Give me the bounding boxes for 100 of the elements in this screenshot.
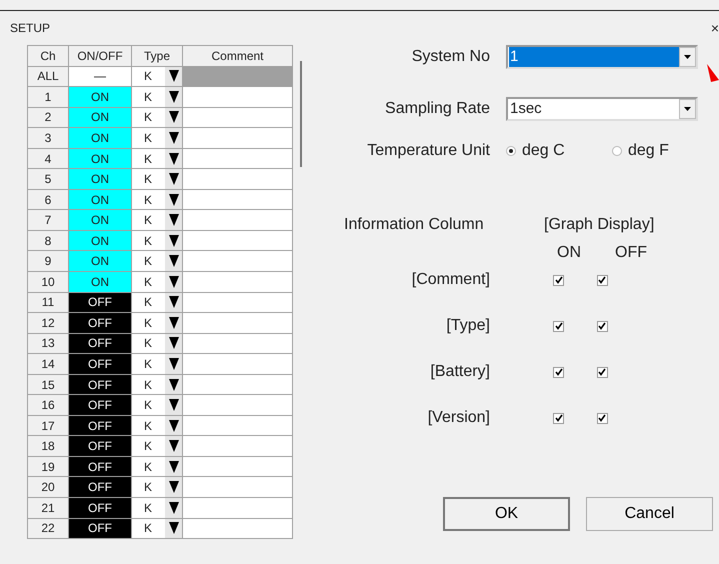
column-header: Ch [27, 45, 69, 67]
sampling-rate-dropdown[interactable]: 1sec [506, 97, 698, 121]
checkbox[interactable] [596, 320, 608, 332]
comment-field[interactable] [182, 332, 293, 354]
comment-field[interactable] [182, 374, 293, 396]
comment-field[interactable] [182, 394, 293, 416]
dropdown-arrow-icon [168, 152, 178, 164]
on-off-toggle[interactable]: ON [68, 127, 132, 149]
on-off-toggle[interactable]: OFF [68, 476, 132, 498]
comment-field[interactable] [182, 86, 293, 108]
field-label: System No [410, 47, 491, 67]
pointer-icon [707, 64, 719, 82]
dropdown-arrow-icon [168, 481, 178, 494]
column-heading: ON [556, 243, 582, 263]
dropdown-arrow-icon [168, 90, 178, 103]
type-dropdown[interactable]: K [131, 476, 183, 498]
row-label: [Battery] [429, 362, 491, 382]
on-off-toggle[interactable]: OFF [68, 497, 132, 519]
type-dropdown[interactable]: K [131, 86, 183, 108]
on-off-toggle[interactable]: OFF [68, 312, 132, 334]
dropdown-arrow-icon [168, 420, 178, 432]
field-label: Temperature Unit [366, 141, 491, 161]
on-off-toggle[interactable]: OFF [68, 435, 132, 457]
row-label: [Version] [426, 408, 491, 428]
type-dropdown[interactable]: K [131, 435, 183, 457]
radio-option[interactable]: deg F [612, 139, 718, 163]
comment-field[interactable] [182, 435, 293, 457]
comment-field[interactable] [182, 292, 293, 314]
type-dropdown[interactable]: K [131, 394, 183, 416]
dropdown-arrow-icon [168, 194, 178, 206]
field-label: Sampling Rate [384, 99, 491, 119]
dropdown-arrow-icon [168, 296, 178, 308]
on-off-toggle[interactable]: OFF [68, 518, 132, 540]
dropdown-arrow-icon [168, 70, 178, 82]
comment-field[interactable] [182, 127, 293, 149]
dropdown-arrow-icon [168, 358, 178, 370]
type-dropdown[interactable]: K [131, 168, 183, 190]
checkbox[interactable] [553, 366, 564, 378]
checkbox[interactable] [596, 412, 608, 424]
dropdown-arrow-icon [168, 337, 178, 350]
dropdown-arrow-icon [168, 255, 178, 268]
dropdown-arrow-icon [168, 399, 178, 412]
comment-field[interactable] [182, 168, 293, 190]
comment-field[interactable] [182, 106, 293, 128]
comment-field[interactable] [182, 414, 293, 436]
dropdown-arrow-icon [684, 55, 691, 59]
type-dropdown[interactable]: K [131, 209, 183, 231]
type-dropdown[interactable]: K [131, 518, 183, 540]
comment-field[interactable] [182, 230, 293, 252]
checkbox[interactable] [596, 274, 608, 286]
row-label: [Type] [445, 316, 491, 336]
row-label: [Comment] [410, 270, 491, 290]
dropdown-arrow-icon [684, 107, 691, 111]
ok-button[interactable]: OK [443, 497, 570, 531]
dropdown-arrow-icon [168, 502, 178, 514]
checkbox[interactable] [553, 320, 564, 332]
section-label: Information Column [344, 215, 485, 235]
checkbox[interactable] [553, 412, 564, 424]
comment-field[interactable] [182, 271, 293, 293]
close-button[interactable]: × [710, 18, 719, 38]
section-heading: [Graph Display] [544, 215, 654, 235]
on-off-toggle[interactable]: ON [68, 250, 132, 272]
comment-field[interactable] [182, 497, 293, 519]
type-dropdown[interactable]: K [131, 353, 183, 375]
type-dropdown[interactable]: K [131, 312, 183, 334]
comment-field[interactable] [182, 353, 293, 375]
on-off-toggle[interactable]: ON [68, 168, 132, 190]
type-dropdown[interactable]: K [131, 250, 183, 272]
channel-number: 22 [27, 518, 69, 540]
window-title: SETUP [10, 20, 50, 37]
type-dropdown[interactable]: K [131, 497, 183, 519]
comment-field[interactable] [182, 476, 293, 498]
type-dropdown[interactable]: K [131, 271, 183, 293]
comment-field[interactable] [182, 312, 293, 334]
type-dropdown[interactable]: K [131, 127, 183, 149]
dropdown-arrow-icon [168, 276, 178, 288]
scrollbar-thumb[interactable] [300, 61, 302, 167]
comment-field[interactable] [182, 518, 293, 540]
comment-field[interactable] [182, 456, 293, 478]
radio-option[interactable]: deg C [506, 139, 612, 163]
cancel-button[interactable]: Cancel [586, 497, 713, 531]
dropdown-arrow-icon [168, 460, 178, 473]
on-off-toggle[interactable]: ON [68, 86, 132, 108]
comment-field[interactable] [182, 148, 293, 170]
on-off-toggle[interactable]: OFF [68, 394, 132, 416]
comment-field[interactable] [182, 250, 293, 272]
checkbox[interactable] [553, 274, 564, 286]
comment-field[interactable] [182, 188, 293, 210]
dropdown-arrow-icon [168, 132, 178, 144]
on-off-toggle[interactable]: OFF [68, 353, 132, 375]
dropdown-arrow-icon [168, 440, 178, 452]
comment-field[interactable] [182, 209, 293, 231]
on-off-toggle[interactable]: ON [68, 209, 132, 231]
system-no-dropdown[interactable]: 1 [506, 45, 698, 69]
checkbox[interactable] [596, 366, 608, 378]
on-off-toggle[interactable]: ON [68, 271, 132, 293]
dropdown-arrow-icon [168, 234, 178, 247]
column-header: Comment [182, 45, 293, 67]
dropdown-arrow-icon [168, 173, 178, 186]
dropdown-arrow-icon [168, 522, 178, 534]
